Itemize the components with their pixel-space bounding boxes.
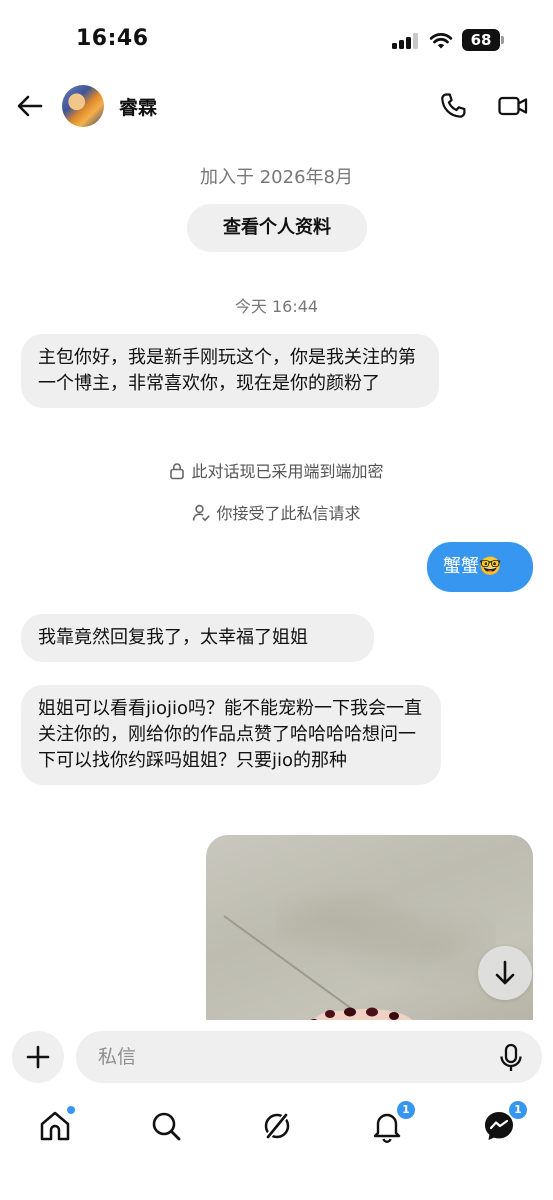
add-attachment-button[interactable]	[12, 1031, 64, 1083]
home-icon	[40, 1111, 70, 1141]
explore-icon	[264, 1112, 290, 1140]
contact-name[interactable]: 睿霖	[119, 93, 157, 120]
encryption-notice-text: 此对话现已采用端到端加密	[191, 462, 384, 481]
view-profile-button[interactable]: 查看个人资料	[187, 204, 367, 252]
contact-avatar[interactable]	[62, 85, 104, 127]
incoming-message[interactable]: 主包你好，我是新手刚玩这个，你是我关注的第一个博主，非常喜欢你，现在是你的颜粉了	[21, 334, 439, 408]
home-new-dot	[67, 1106, 75, 1114]
request-accepted-notice: 你接受了此私信请求	[0, 500, 553, 524]
wifi-icon	[429, 33, 453, 49]
battery-nub	[501, 36, 504, 44]
person-check-icon	[193, 504, 211, 522]
shared-photo[interactable]	[206, 835, 533, 1025]
nav-search[interactable]	[148, 1108, 184, 1144]
outgoing-message[interactable]: 蟹蟹🤓	[427, 542, 533, 592]
battery-indicator: 68	[462, 29, 500, 51]
messages-badge: 1	[509, 1101, 527, 1119]
back-arrow-icon[interactable]	[14, 90, 46, 122]
nav-explore[interactable]	[259, 1108, 295, 1144]
status-bar: 16:46 68	[0, 0, 553, 80]
message-input[interactable]	[76, 1031, 542, 1083]
incoming-message[interactable]: 我靠竟然回复我了，太幸福了姐姐	[21, 614, 374, 662]
status-time: 16:46	[76, 26, 149, 51]
joined-date-text: 加入于 2026年8月	[200, 167, 353, 188]
search-icon	[152, 1112, 181, 1141]
message-timestamp: 今天 16:44	[234, 297, 319, 316]
request-accepted-text: 你接受了此私信请求	[216, 504, 361, 523]
incoming-message[interactable]: 姐姐可以看看jiojio吗？能不能宠粉一下我会一直关注你的，刚给你的作品点赞了哈…	[21, 685, 441, 785]
cellular-signal-icon	[392, 33, 420, 49]
bottom-navigation: 1 1	[0, 1100, 553, 1200]
scroll-down-button[interactable]	[478, 946, 532, 1000]
nav-home[interactable]	[37, 1106, 75, 1144]
microphone-icon[interactable]	[497, 1043, 525, 1073]
encryption-notice: 此对话现已采用端到端加密	[0, 458, 553, 482]
video-camera-icon[interactable]	[497, 91, 529, 121]
phone-icon[interactable]	[438, 91, 468, 121]
chat-header: 睿霖	[0, 80, 553, 132]
lock-icon	[170, 463, 185, 480]
nav-notifications[interactable]: 1	[369, 1101, 415, 1144]
nav-messages[interactable]: 1	[481, 1101, 527, 1144]
notifications-badge: 1	[397, 1101, 415, 1119]
